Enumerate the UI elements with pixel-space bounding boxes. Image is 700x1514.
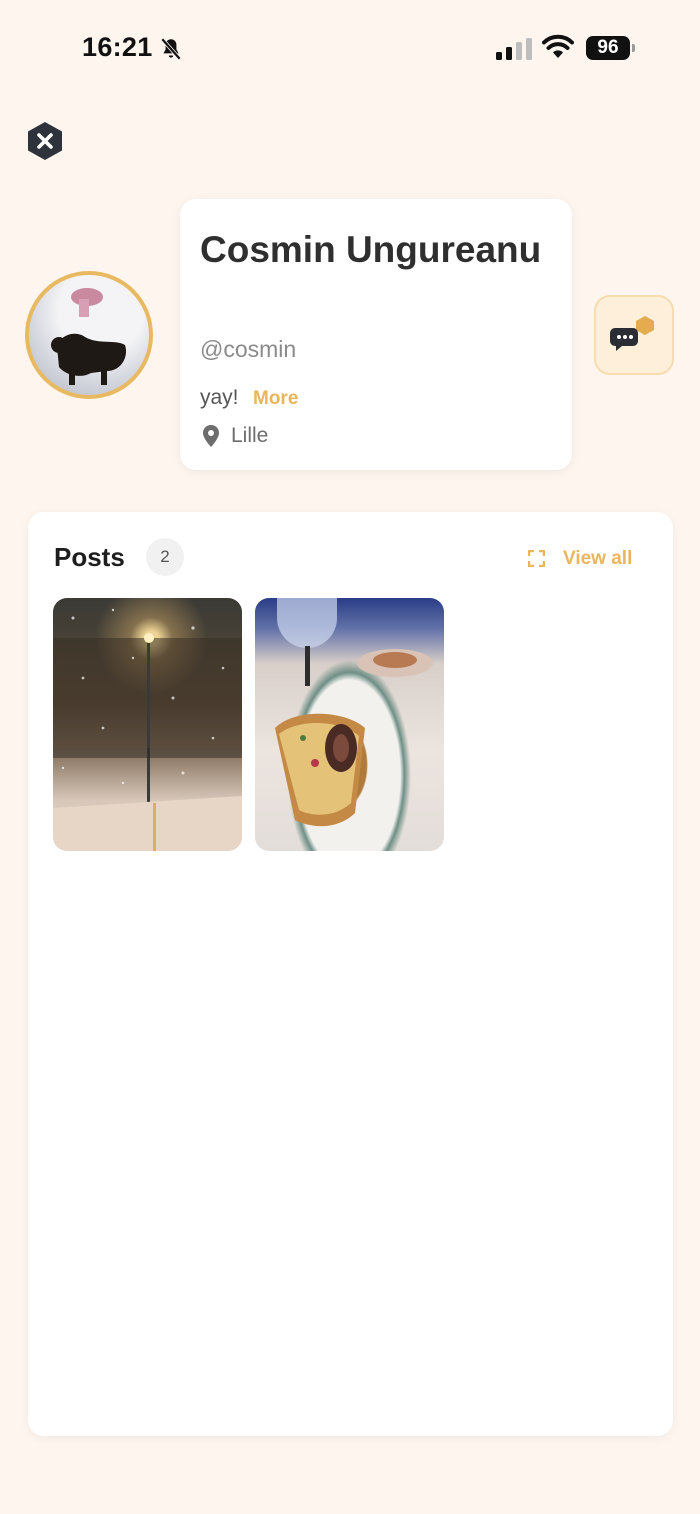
avatar[interactable] xyxy=(25,271,153,399)
message-button[interactable] xyxy=(594,295,674,375)
chat-bubbles-icon xyxy=(610,316,654,351)
profile-card: Cosmin Ungureanu @cosmin yay! More Lille xyxy=(180,199,572,470)
close-hexagon-icon[interactable] xyxy=(26,121,64,161)
wifi-icon xyxy=(542,34,574,58)
status-time: 16:21 xyxy=(82,32,153,62)
posts-section: Posts 2 View all xyxy=(28,512,673,1436)
location-pin-icon xyxy=(203,425,219,447)
profile-name: Cosmin Ungureanu xyxy=(200,229,542,270)
cellular-signal-icon xyxy=(496,38,532,60)
posts-title: Posts xyxy=(54,542,125,572)
bell-slash-icon xyxy=(160,37,182,61)
profile-bio: yay! xyxy=(200,386,239,409)
profile-location: Lille xyxy=(231,424,269,447)
post-thumbnail-cake-plate[interactable] xyxy=(255,598,444,851)
expand-icon[interactable] xyxy=(528,550,545,567)
profile-handle: @cosmin xyxy=(200,336,297,362)
battery-level: 96 xyxy=(586,36,630,60)
posts-count-badge: 2 xyxy=(146,538,184,576)
avatar-photo xyxy=(29,275,149,395)
view-all-link[interactable]: View all xyxy=(563,548,632,570)
battery-icon: 96 xyxy=(586,36,636,62)
status-bar: 16:21 96 xyxy=(0,0,700,96)
more-link[interactable]: More xyxy=(253,388,298,410)
post-thumbnail-snowy-street[interactable] xyxy=(53,598,242,851)
